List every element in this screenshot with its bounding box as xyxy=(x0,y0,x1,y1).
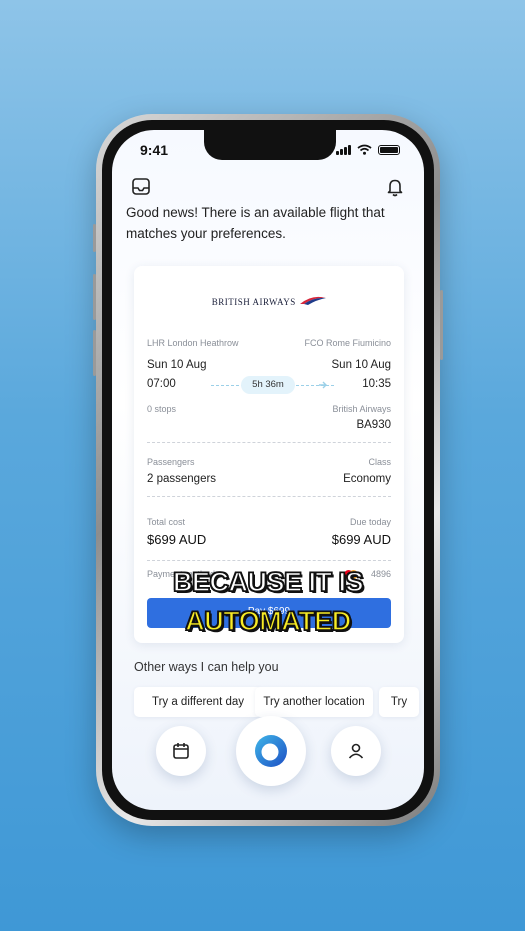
volume-up-button xyxy=(93,274,96,320)
camera-notch xyxy=(204,130,336,160)
airline-logo: BRITISH AIRWAYS xyxy=(134,292,404,310)
status-time: 9:41 xyxy=(140,142,169,158)
stops: 0 stops xyxy=(147,404,177,414)
divider xyxy=(147,442,391,443)
calendar-icon xyxy=(173,743,189,759)
mute-switch xyxy=(93,224,96,252)
profile-icon xyxy=(348,743,364,759)
bell-icon[interactable] xyxy=(384,176,406,198)
power-button xyxy=(440,290,443,360)
chip-try[interactable]: Try xyxy=(379,687,419,717)
passengers-label: Passengers xyxy=(147,457,195,467)
caption-line-1: BECAUSE IT IS xyxy=(172,566,364,598)
calendar-button[interactable] xyxy=(156,726,206,776)
assistant-button[interactable] xyxy=(236,716,306,786)
arrive-date: Sun 10 Aug xyxy=(331,359,391,371)
wifi-icon xyxy=(357,144,372,155)
total-cost-label: Total cost xyxy=(147,517,186,527)
flight-number: BA930 xyxy=(356,419,391,431)
signal-icon xyxy=(336,144,351,155)
divider xyxy=(147,560,391,561)
app-screen: 9:41 Good news! There is an available fl… xyxy=(112,130,424,810)
depart-time: 07:00 xyxy=(147,378,176,390)
route-arrow-icon xyxy=(319,381,327,389)
arrive-time: 10:35 xyxy=(362,378,391,390)
assistant-message: Good news! There is an available flight … xyxy=(126,205,385,241)
origin-airport: LHR London Heathrow xyxy=(147,338,239,348)
phone-frame: 9:41 Good news! There is an available fl… xyxy=(93,114,443,826)
speedmarque-icon xyxy=(300,296,327,305)
due-today-value: $699 AUD xyxy=(331,532,391,547)
other-ways-heading: Other ways I can help you xyxy=(134,660,279,674)
class-value: Economy xyxy=(343,473,391,485)
battery-icon xyxy=(378,144,400,155)
divider xyxy=(147,496,391,497)
caption-line-2: AUTOMATED xyxy=(185,605,353,637)
airline-logo-text: BRITISH AIRWAYS xyxy=(211,297,296,307)
phone-bezel: 9:41 Good news! There is an available fl… xyxy=(102,120,434,820)
volume-down-button xyxy=(93,330,96,376)
inbox-icon[interactable] xyxy=(130,176,152,198)
duration-pill: 5h 36m xyxy=(241,376,295,394)
depart-date: Sun 10 Aug xyxy=(147,359,207,371)
destination-airport: FCO Rome Fiumicino xyxy=(304,338,391,348)
class-label: Class xyxy=(368,457,391,467)
assistant-orb-icon xyxy=(255,735,287,767)
chip-different-day[interactable]: Try a different day xyxy=(134,687,262,717)
chip-another-location[interactable]: Try another location xyxy=(255,687,373,717)
total-cost-value: $699 AUD xyxy=(147,532,207,547)
due-today-label: Due today xyxy=(349,517,391,527)
status-icons xyxy=(336,144,400,155)
airline-name: British Airways xyxy=(332,404,391,414)
profile-button[interactable] xyxy=(331,726,381,776)
passengers-value: 2 passengers xyxy=(147,473,217,485)
